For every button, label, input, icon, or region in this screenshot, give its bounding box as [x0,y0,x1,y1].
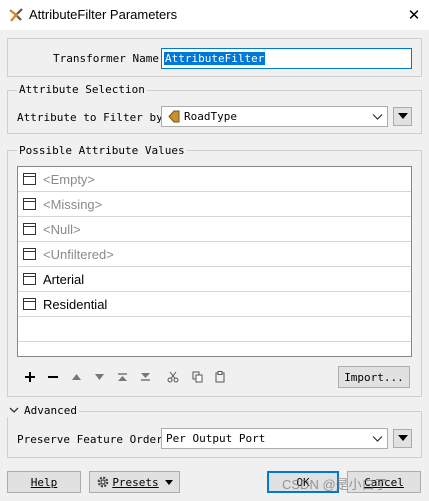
paste-icon[interactable] [211,367,229,387]
empty-row[interactable] [18,317,411,342]
row-checkbox-icon[interactable] [23,298,36,310]
import-button-label: Import... [344,370,404,384]
window-title: AttributeFilter Parameters [29,7,178,22]
move-bottom-icon[interactable] [136,367,154,387]
move-top-icon[interactable] [113,367,131,387]
copy-icon[interactable] [188,367,206,387]
row-checkbox-icon[interactable] [23,198,36,210]
triangle-down-icon [397,435,408,441]
attribute-selection-heading: Attribute Selection [17,83,147,96]
preserve-order-menu-button[interactable] [393,429,412,448]
move-up-icon[interactable] [67,367,85,387]
attribute-filter-value: RoadType [184,110,237,123]
attribute-filter-combo[interactable]: RoadType [161,106,388,127]
help-button[interactable]: Help [7,471,81,493]
fme-app-icon [8,7,24,23]
cut-icon[interactable] [164,367,182,387]
attribute-tag-icon [168,110,180,126]
advanced-heading-label: Advanced [24,404,77,417]
triangle-down-icon [397,113,408,119]
list-item[interactable]: <Unfiltered> [18,242,411,267]
attribute-filter-label: Attribute to Filter by: [17,111,170,124]
preserve-order-combo[interactable]: Per Output Port [161,428,388,449]
transformer-name-value: AttributeFilter [164,52,266,65]
list-item[interactable]: <Empty> [18,167,411,192]
attribute-values-list[interactable]: <Empty> <Missing> <Null> <Unfiltered> Ar… [17,166,412,357]
remove-icon[interactable] [44,367,62,387]
preserve-order-label: Preserve Feature Order: [17,433,170,446]
transformer-name-input[interactable]: AttributeFilter [161,48,412,69]
list-item[interactable]: Arterial [18,267,411,292]
list-item[interactable]: <Null> [18,217,411,242]
move-down-icon[interactable] [90,367,108,387]
list-item[interactable]: Residential [18,292,411,317]
help-button-label: Help [30,475,58,489]
presets-button[interactable]: Presets [89,471,180,493]
presets-button-label: Presets [112,475,159,489]
row-checkbox-icon[interactable] [23,248,36,260]
chevron-down-icon [372,433,383,447]
row-checkbox-icon[interactable] [23,173,36,185]
list-item-label: <Unfiltered> [43,247,114,262]
triangle-down-icon [164,479,173,485]
import-button[interactable]: Import... [338,366,410,388]
attribute-filter-menu-button[interactable] [393,107,412,126]
close-icon[interactable]: ✕ [399,0,429,30]
list-item-label: Residential [43,297,108,312]
transformer-name-label: Transformer Name: [53,52,166,65]
preserve-order-value: Per Output Port [166,432,266,445]
advanced-heading[interactable]: Advanced [7,404,79,417]
list-item-label: Arterial [43,272,85,287]
row-checkbox-icon[interactable] [23,223,36,235]
gear-icon [97,476,109,488]
list-item[interactable]: <Missing> [18,192,411,217]
list-item-label: <Missing> [43,197,103,212]
list-item-label: <Null> [43,222,81,237]
chevron-down-icon [9,407,19,413]
title-bar: AttributeFilter Parameters ✕ [0,0,429,30]
chevron-down-icon [372,111,383,125]
possible-values-heading: Possible Attribute Values [17,144,187,157]
list-item-label: <Empty> [43,172,96,187]
row-checkbox-icon[interactable] [23,273,36,285]
add-icon[interactable] [21,367,39,387]
watermark-text: CSDN @是小白了 [282,477,388,492]
